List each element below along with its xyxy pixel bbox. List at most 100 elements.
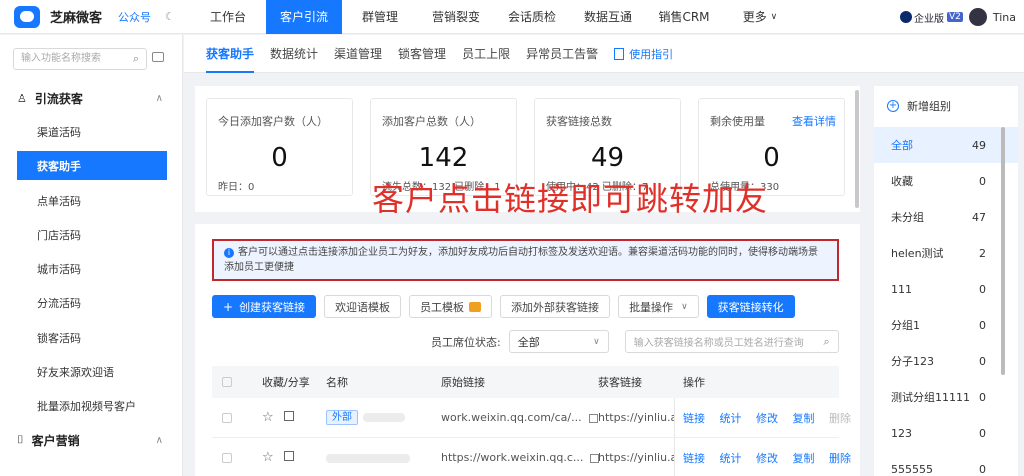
staff-template-button[interactable]: 员工模板 — [409, 295, 493, 318]
card-icon[interactable] — [152, 52, 164, 62]
view-details-link[interactable]: 查看详情 — [792, 113, 836, 129]
group-scrollbar[interactable] — [1001, 127, 1005, 375]
share-icon[interactable] — [283, 451, 294, 461]
nav-sales-crm[interactable]: 销售CRM — [646, 0, 722, 34]
function-search-input[interactable]: 输入功能名称搜索 ⌕ — [13, 48, 147, 70]
header-original-link: 原始链接 — [441, 376, 485, 389]
op-delete[interactable]: 删除 — [829, 452, 851, 465]
tab-channel-management[interactable]: 渠道管理 — [334, 35, 382, 73]
sidebar-section-marketing[interactable]: ⌷ 客户营销 ∧ — [0, 428, 183, 452]
link-search-input[interactable]: 输入获客链接名称或员工姓名进行查询 ⌕ — [624, 330, 839, 353]
tab-statistics[interactable]: 数据统计 — [270, 35, 318, 73]
sidebar-item-city-code[interactable]: 城市活码 — [17, 254, 167, 283]
nav-customer-acquisition[interactable]: 客户引流 — [266, 0, 342, 34]
sub-tabs: 获客助手 数据统计 渠道管理 锁客管理 员工上限 异常员工告警 使用指引 — [184, 35, 1024, 73]
seat-status-select[interactable]: 全部 ∨ — [508, 330, 609, 353]
link-conversion-button[interactable]: 获客链接转化 — [706, 295, 795, 318]
usage-guide-link[interactable]: 使用指引 — [614, 46, 673, 62]
group-name: 555555 — [891, 462, 933, 476]
group-name: 全部 — [891, 139, 913, 152]
group-count: 0 — [979, 462, 986, 476]
filter-row: 员工席位状态: 全部 ∨ 输入获客链接名称或员工姓名进行查询 ⌕ — [431, 330, 839, 353]
op-stats[interactable]: 统计 — [720, 412, 742, 425]
sidebar-item-order-code[interactable]: 点单活码 — [17, 186, 167, 215]
star-icon[interactable]: ☆ — [262, 410, 274, 425]
add-external-link-button[interactable]: 添加外部获客链接 — [500, 295, 611, 318]
scrollbar[interactable] — [855, 90, 859, 208]
usage-guide-label: 使用指引 — [629, 47, 674, 61]
nav-data-sync[interactable]: 数据互通 — [570, 0, 646, 34]
version-badge: V2 — [946, 12, 963, 22]
row-checkbox[interactable] — [222, 412, 232, 423]
group-name: 111 — [891, 282, 912, 296]
staff-template-label: 员工模板 — [420, 300, 465, 314]
sidebar-item-channel-code[interactable]: 渠道活码 — [17, 117, 167, 146]
copy-icon[interactable] — [588, 413, 598, 423]
sidebar-item-acquisition-assistant[interactable]: 获客助手 — [17, 151, 167, 180]
op-link[interactable]: 链接 — [683, 412, 705, 425]
chevron-up-icon: ∧ — [155, 92, 163, 104]
op-copy[interactable]: 复制 — [793, 452, 815, 465]
group-item[interactable]: 收藏 0 — [874, 163, 1018, 199]
op-copy[interactable]: 复制 — [793, 412, 815, 425]
op-stats[interactable]: 统计 — [720, 452, 742, 465]
add-group-label: 新增组别 — [907, 100, 951, 113]
tab-lock-management[interactable]: 锁客管理 — [398, 35, 446, 73]
tab-abnormal-alert[interactable]: 异常员工告警 — [526, 35, 598, 73]
group-count: 0 — [979, 318, 986, 332]
notice-banner: i 客户可以通过点击连接添加企业员工为好友，添加好友成功后自动打标签及发送欢迎语。… — [212, 239, 839, 281]
header-name: 名称 — [326, 376, 348, 389]
theme-toggle-icon[interactable]: ☾ — [165, 10, 175, 23]
acquisition-link[interactable]: https://yinliu.app — [598, 411, 674, 424]
user-name[interactable]: Tina — [993, 11, 1016, 24]
batch-operation-dropdown[interactable]: 批量操作 ∨ — [618, 295, 699, 318]
op-delete: 删除 — [829, 411, 851, 425]
welcome-template-button[interactable]: 欢迎语模板 — [324, 295, 402, 318]
group-item[interactable]: 测试分组11111 0 — [874, 379, 1018, 415]
content-panel: i 客户可以通过点击连接添加企业员工为好友，添加好友成功后自动打标签及发送欢迎语。… — [195, 224, 860, 476]
group-item[interactable]: 全部 49 — [874, 127, 1018, 163]
nav-group-management[interactable]: 群管理 — [342, 0, 418, 34]
nav-session-qc[interactable]: 会话质检 — [494, 0, 570, 34]
group-item[interactable]: 分子123 0 — [874, 343, 1018, 379]
select-all-checkbox[interactable] — [222, 377, 232, 387]
group-item[interactable]: 555555 0 — [874, 451, 1018, 476]
group-item[interactable]: 123 0 — [874, 415, 1018, 451]
account-type-link[interactable]: 公众号 — [118, 9, 151, 25]
op-link[interactable]: 链接 — [683, 452, 705, 465]
enterprise-badge[interactable]: 企业版 V2 — [899, 9, 963, 25]
stat-value: 0 — [763, 143, 780, 173]
share-icon[interactable] — [283, 411, 294, 421]
group-count: 0 — [979, 426, 986, 440]
sidebar-item-video-customers[interactable]: 批量添加视频号客户 — [17, 391, 167, 420]
sidebar-item-store-code[interactable]: 门店活码 — [17, 220, 167, 249]
group-item[interactable]: 未分组 47 — [874, 199, 1018, 235]
group-item[interactable]: helen测试 2 — [874, 235, 1018, 271]
nav-more[interactable]: 更多 ∨ — [722, 0, 798, 34]
group-item[interactable]: 分组1 0 — [874, 307, 1018, 343]
nav-marketing-fission[interactable]: 营销裂变 — [418, 0, 494, 34]
avatar[interactable] — [968, 8, 987, 26]
stat-foot: 昨日：0 — [218, 182, 255, 193]
star-icon[interactable]: ☆ — [262, 450, 274, 465]
op-edit[interactable]: 修改 — [756, 452, 778, 465]
header-acquisition-link: 获客链接 — [598, 376, 642, 389]
sidebar-item-split-code[interactable]: 分流活码 — [17, 288, 167, 317]
sidebar-item-lock-code[interactable]: 锁客活码 — [17, 323, 167, 352]
row-checkbox[interactable] — [222, 452, 232, 463]
sidebar-item-welcome-msg[interactable]: 好友来源欢迎语 — [17, 357, 167, 386]
tab-staff-limit[interactable]: 员工上限 — [462, 35, 510, 73]
blurred-name — [363, 412, 405, 422]
acquisition-link[interactable]: https://yinliu.app — [598, 451, 674, 464]
op-edit[interactable]: 修改 — [756, 412, 778, 425]
group-count: 47 — [972, 210, 986, 224]
create-link-button[interactable]: + 创建获客链接 — [212, 295, 317, 318]
add-group-button[interactable]: + 新增组别 — [887, 98, 951, 114]
nav-workbench[interactable]: 工作台 — [190, 0, 266, 34]
enterprise-icon — [899, 11, 912, 23]
table-row: ☆ https://work.weixin.qq.c... https://yi… — [212, 438, 851, 476]
group-item[interactable]: 111 0 — [874, 271, 1018, 307]
tab-acquisition-assistant[interactable]: 获客助手 — [206, 35, 255, 73]
sidebar-section-acquisition[interactable]: ♙ 引流获客 ∧ — [0, 86, 183, 110]
group-name: 测试分组11111 — [891, 391, 970, 404]
